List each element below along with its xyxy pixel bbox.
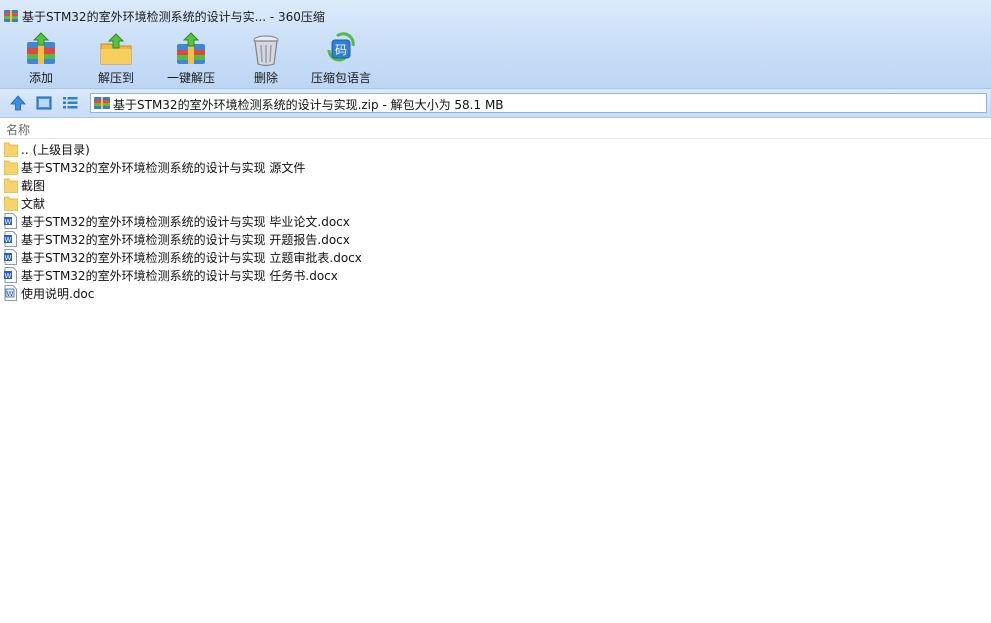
large-icons-view-icon[interactable] — [35, 94, 53, 112]
list-item[interactable]: W 基于STM32的室外环境检测系统的设计与实现 任务书.docx — [0, 266, 991, 284]
file-list: .. (上级目录) 基于STM32的室外环境检测系统的设计与实现 源文件 截图 … — [0, 140, 991, 302]
svg-text:W: W — [5, 254, 12, 262]
add-archive-icon — [27, 32, 55, 64]
folder-icon — [4, 196, 18, 211]
list-item[interactable]: W 使用说明.doc — [0, 284, 991, 302]
add-button[interactable]: 添加 — [6, 30, 76, 88]
list-view-icon[interactable] — [61, 94, 79, 112]
one-click-extract-button[interactable]: 一键解压 — [156, 30, 226, 88]
svg-text:W: W — [7, 290, 14, 298]
folder-icon — [4, 142, 18, 157]
extract-to-button[interactable]: 解压到 — [81, 30, 151, 88]
word-document-icon: W — [4, 213, 17, 229]
list-item-name: 截图 — [21, 179, 46, 193]
column-header-name[interactable]: 名称 — [6, 121, 30, 138]
word-document-icon: W — [4, 267, 17, 283]
file-list-header: 名称 — [0, 118, 991, 139]
zip-archive-icon — [94, 97, 110, 109]
title-bar: 基于STM32的室外环境检测系统的设计与实... - 360压缩 — [0, 0, 991, 30]
list-item-name: 基于STM32的室外环境检测系统的设计与实现 开题报告.docx — [21, 233, 350, 247]
one-click-extract-icon — [177, 32, 205, 64]
svg-text:W: W — [5, 218, 12, 226]
address-text: 基于STM32的室外环境检测系统的设计与实现.zip - 解包大小为 58.1 … — [113, 98, 504, 112]
address-bar[interactable]: 基于STM32的室外环境检测系统的设计与实现.zip - 解包大小为 58.1 … — [90, 93, 987, 113]
archive-app-icon — [4, 10, 18, 22]
navigation-bar: 基于STM32的室外环境检测系统的设计与实现.zip - 解包大小为 58.1 … — [0, 89, 991, 118]
list-item-name: 基于STM32的室外环境检测系统的设计与实现 源文件 — [21, 161, 306, 175]
toolbar: 添加 解压到 一键解压 删除 码 压缩包语言 — [0, 30, 991, 89]
list-item-name: .. (上级目录) — [21, 143, 90, 157]
list-item[interactable]: W 基于STM32的室外环境检测系统的设计与实现 立题审批表.docx — [0, 248, 991, 266]
list-item[interactable]: W 基于STM32的室外环境检测系统的设计与实现 开题报告.docx — [0, 230, 991, 248]
list-item[interactable]: 基于STM32的室外环境检测系统的设计与实现 源文件 — [0, 158, 991, 176]
archive-language-icon: 码 — [327, 32, 355, 62]
svg-text:W: W — [5, 236, 12, 244]
svg-text:W: W — [5, 272, 12, 280]
svg-text:码: 码 — [335, 43, 347, 57]
up-arrow-icon[interactable] — [9, 94, 27, 112]
list-item[interactable]: 文献 — [0, 194, 991, 212]
add-button-label: 添加 — [28, 71, 53, 85]
list-item-name: 使用说明.doc — [21, 287, 95, 301]
window-title: 基于STM32的室外环境检测系统的设计与实... - 360压缩 — [22, 10, 325, 24]
folder-icon — [4, 178, 18, 193]
list-item[interactable]: .. (上级目录) — [0, 140, 991, 158]
folder-icon — [4, 160, 18, 175]
word-document-icon: W — [4, 231, 17, 247]
list-item-name: 文献 — [21, 197, 46, 211]
list-item-name: 基于STM32的室外环境检测系统的设计与实现 立题审批表.docx — [21, 251, 362, 265]
list-item-name: 基于STM32的室外环境检测系统的设计与实现 毕业论文.docx — [21, 215, 350, 229]
word-document-icon: W — [4, 285, 17, 301]
word-document-icon: W — [4, 249, 17, 265]
extract-to-button-label: 解压到 — [97, 71, 134, 85]
list-item[interactable]: W 基于STM32的室外环境检测系统的设计与实现 毕业论文.docx — [0, 212, 991, 230]
list-item[interactable]: 截图 — [0, 176, 991, 194]
delete-button[interactable]: 删除 — [231, 30, 301, 88]
archive-language-button-label: 压缩包语言 — [310, 71, 371, 85]
extract-to-icon — [100, 33, 132, 65]
delete-trash-icon — [253, 35, 279, 67]
one-click-extract-button-label: 一键解压 — [166, 71, 215, 85]
list-item-name: 基于STM32的室外环境检测系统的设计与实现 任务书.docx — [21, 269, 338, 283]
delete-button-label: 删除 — [253, 71, 278, 85]
archive-language-button[interactable]: 码 压缩包语言 — [306, 30, 376, 88]
